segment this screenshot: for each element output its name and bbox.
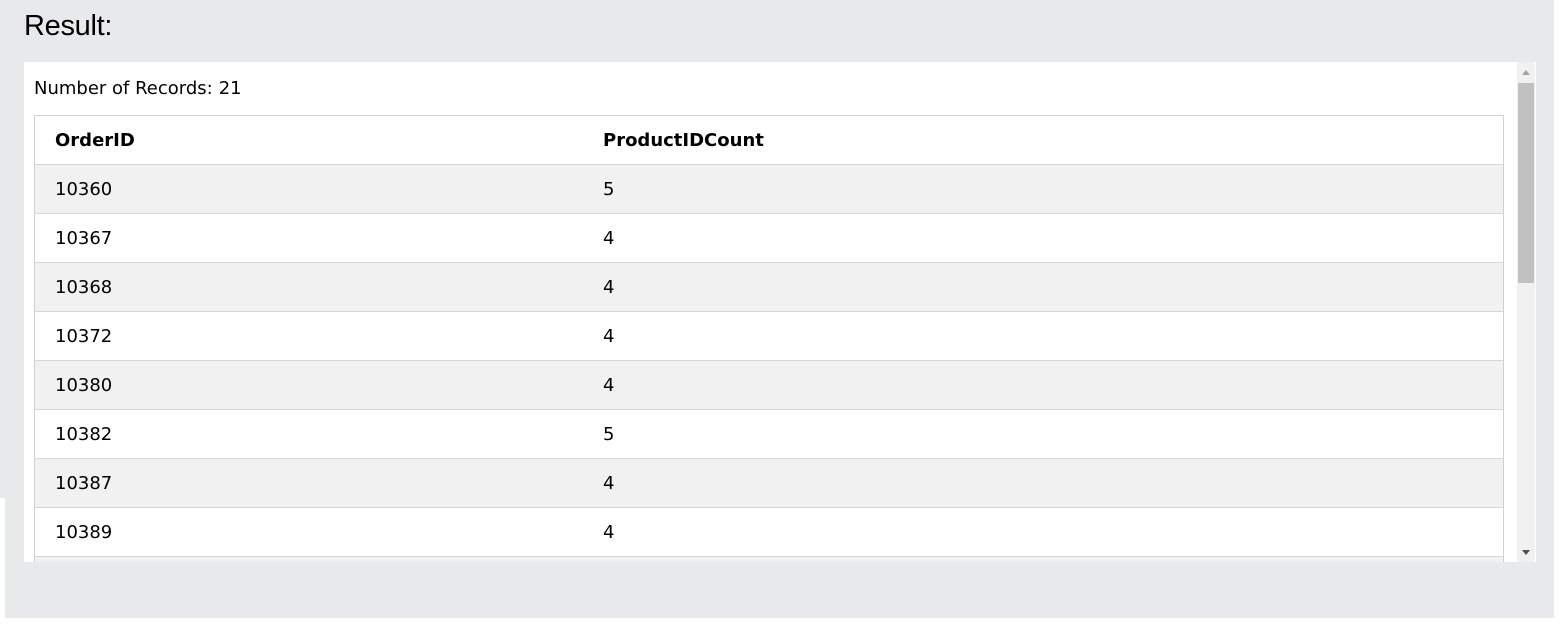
triangle-down-icon <box>1522 549 1530 555</box>
cell-orderid: 10380 <box>34 360 583 410</box>
result-table: OrderID ProductIDCount 10360 5 10367 4 1… <box>34 115 1504 562</box>
table-row <box>34 556 1504 562</box>
column-header-orderid[interactable]: OrderID <box>34 115 583 165</box>
vertical-scrollbar[interactable] <box>1517 62 1535 562</box>
cell-orderid: 10367 <box>34 213 583 263</box>
cell-orderid: 10387 <box>34 458 583 508</box>
cell-productidcount <box>583 556 1504 562</box>
cell-orderid <box>34 556 583 562</box>
cell-productidcount: 4 <box>583 311 1504 361</box>
cell-productidcount: 4 <box>583 213 1504 263</box>
cell-orderid: 10372 <box>34 311 583 361</box>
scroll-up-button[interactable] <box>1517 62 1535 82</box>
triangle-up-icon <box>1522 69 1530 75</box>
cell-productidcount: 5 <box>583 409 1504 459</box>
records-count-value: 21 <box>218 78 242 99</box>
cell-orderid: 10360 <box>34 164 583 214</box>
table-header-row: OrderID ProductIDCount <box>34 115 1504 165</box>
cell-orderid: 10389 <box>34 507 583 557</box>
scroll-down-button[interactable] <box>1517 542 1535 562</box>
table-row: 10382 5 <box>34 409 1504 459</box>
cell-orderid: 10382 <box>34 409 583 459</box>
cell-productidcount: 5 <box>583 164 1504 214</box>
cell-productidcount: 4 <box>583 458 1504 508</box>
table-row: 10368 4 <box>34 262 1504 312</box>
cell-productidcount: 4 <box>583 507 1504 557</box>
cell-productidcount: 4 <box>583 262 1504 312</box>
table-row: 10387 4 <box>34 458 1504 508</box>
result-heading: Result: <box>24 10 113 42</box>
records-count-label: Number of Records: <box>34 78 213 99</box>
table-row: 10367 4 <box>34 213 1504 263</box>
table-row: 10360 5 <box>34 164 1504 214</box>
records-count: Number of Records: 21 <box>34 78 242 99</box>
table-row: 10372 4 <box>34 311 1504 361</box>
result-frame: Number of Records: 21 OrderID ProductIDCo… <box>24 62 1536 562</box>
cell-orderid: 10368 <box>34 262 583 312</box>
column-header-productidcount[interactable]: ProductIDCount <box>583 115 1504 165</box>
cell-productidcount: 4 <box>583 360 1504 410</box>
table-row: 10389 4 <box>34 507 1504 557</box>
table-row: 10380 4 <box>34 360 1504 410</box>
scroll-thumb[interactable] <box>1518 83 1534 283</box>
